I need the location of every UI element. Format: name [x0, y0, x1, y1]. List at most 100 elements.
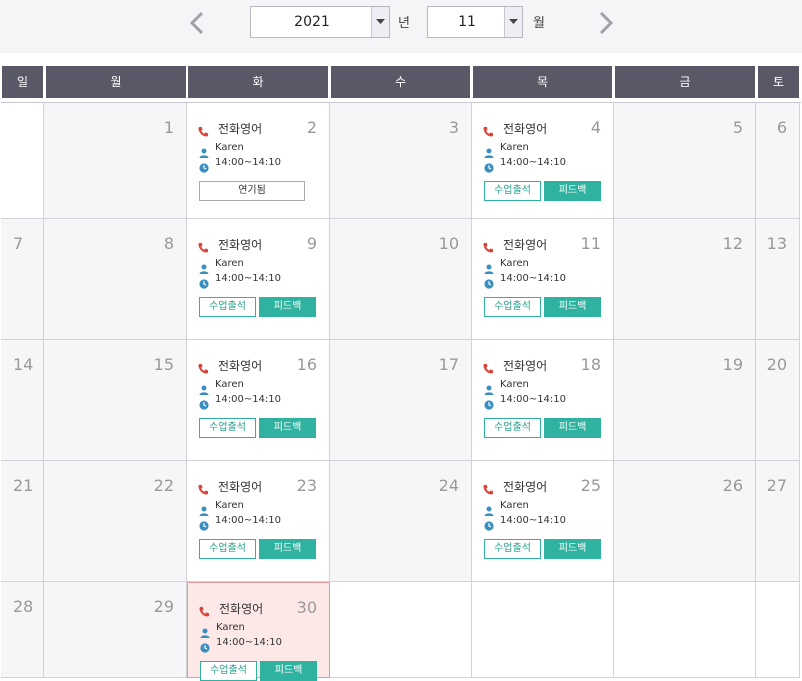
calendar-day-cell[interactable]: 22	[44, 461, 187, 582]
prev-month-button[interactable]	[187, 8, 207, 38]
teacher-name: Karen	[215, 379, 244, 390]
feedback-button[interactable]: 피드백	[544, 181, 601, 201]
calendar-day-cell[interactable]: 16 전화영어 Karen 14:00~14:10 수업출석 피드백	[187, 340, 330, 461]
feedback-button[interactable]: 피드백	[544, 539, 601, 559]
calendar-day-cell[interactable]: 14	[1, 340, 44, 461]
person-icon	[484, 259, 494, 274]
calendar-day-cell[interactable]: 21	[1, 461, 44, 582]
calendar-day-cell[interactable]: 5	[614, 103, 756, 219]
chevron-down-icon	[504, 7, 522, 37]
day-number: 27	[766, 476, 787, 495]
feedback-button[interactable]: 피드백	[259, 418, 316, 438]
next-month-button[interactable]	[596, 8, 616, 38]
teacher-name: Karen	[215, 142, 244, 153]
day-number: 3	[448, 118, 459, 137]
person-icon	[199, 380, 209, 395]
calendar-day-cell[interactable]: 24	[330, 461, 472, 582]
day-number: 29	[153, 597, 174, 616]
calendar-day-cell[interactable]: 17	[330, 340, 472, 461]
lesson-title: 전화영어	[503, 480, 548, 494]
month-select[interactable]: 11	[427, 6, 523, 38]
calendar-day-cell[interactable]: 26	[614, 461, 756, 582]
calendar-day-cell[interactable]: 28	[1, 582, 44, 678]
teacher-name: Karen	[215, 500, 244, 511]
clock-icon	[200, 638, 210, 653]
calendar-day-cell[interactable]: 30 전화영어 Karen 14:00~14:10 수업출석 피드백	[187, 582, 330, 681]
lesson-time: 14:00~14:10	[215, 157, 282, 168]
postponed-button[interactable]: 연기됨	[199, 181, 305, 201]
calendar-day-cell[interactable]: 10	[330, 219, 472, 340]
lesson-entry: 전화영어 Karen 14:00~14:10 연기됨	[187, 103, 329, 218]
calendar-empty-cell	[614, 582, 756, 678]
clock-icon	[484, 516, 494, 531]
calendar-day-cell[interactable]: 11 전화영어 Karen 14:00~14:10 수업출석 피드백	[472, 219, 614, 340]
weekday-header: 일	[2, 66, 43, 98]
calendar-day-cell[interactable]: 18 전화영어 Karen 14:00~14:10 수업출석 피드백	[472, 340, 614, 461]
calendar-day-cell[interactable]: 4 전화영어 Karen 14:00~14:10 수업출석 피드백	[472, 103, 614, 219]
person-icon	[199, 143, 209, 158]
calendar-day-cell[interactable]: 6	[756, 103, 800, 219]
calendar-empty-cell	[756, 582, 800, 678]
person-icon	[484, 380, 494, 395]
clock-icon	[199, 158, 209, 173]
feedback-button[interactable]: 피드백	[544, 418, 601, 438]
lesson-title: 전화영어	[503, 359, 548, 373]
year-select[interactable]: 2021	[250, 6, 390, 38]
clock-icon	[484, 158, 494, 173]
lesson-title: 전화영어	[503, 122, 548, 136]
day-number: 28	[13, 597, 34, 616]
lesson-entry: 전화영어 Karen 14:00~14:10 수업출석 피드백	[188, 583, 329, 681]
attend-button[interactable]: 수업출석	[484, 539, 541, 559]
calendar-day-cell[interactable]: 19	[614, 340, 756, 461]
attend-button[interactable]: 수업출석	[200, 661, 257, 681]
lesson-entry: 전화영어 Karen 14:00~14:10 수업출석 피드백	[187, 461, 329, 581]
calendar-day-cell[interactable]: 29	[44, 582, 187, 678]
attend-button[interactable]: 수업출석	[484, 181, 541, 201]
feedback-button[interactable]: 피드백	[544, 297, 601, 317]
attend-button[interactable]: 수업출석	[199, 539, 256, 559]
teacher-name: Karen	[500, 379, 529, 390]
calendar-day-cell[interactable]: 27	[756, 461, 800, 582]
calendar-day-cell[interactable]: 25 전화영어 Karen 14:00~14:10 수업출석 피드백	[472, 461, 614, 582]
calendar-day-cell[interactable]: 12	[614, 219, 756, 340]
calendar-day-cell[interactable]: 2 전화영어 Karen 14:00~14:10 연기됨	[187, 103, 330, 219]
day-number: 7	[13, 234, 24, 253]
day-number: 12	[722, 234, 743, 253]
attend-button[interactable]: 수업출석	[199, 297, 256, 317]
calendar-day-cell[interactable]: 7	[1, 219, 44, 340]
teacher-name: Karen	[500, 142, 529, 153]
lesson-time: 14:00~14:10	[500, 515, 567, 526]
lesson-time: 14:00~14:10	[500, 273, 567, 284]
calendar-day-cell[interactable]: 23 전화영어 Karen 14:00~14:10 수업출석 피드백	[187, 461, 330, 582]
calendar-day-cell[interactable]: 15	[44, 340, 187, 461]
calendar-day-cell[interactable]: 3	[330, 103, 472, 219]
calendar-day-cell[interactable]: 1	[44, 103, 187, 219]
clock-icon	[199, 516, 209, 531]
lesson-entry: 전화영어 Karen 14:00~14:10 수업출석 피드백	[187, 219, 329, 339]
phone-icon	[483, 480, 494, 495]
feedback-button[interactable]: 피드백	[259, 539, 316, 559]
lesson-time: 14:00~14:10	[500, 157, 567, 168]
calendar-day-cell[interactable]: 20	[756, 340, 800, 461]
person-icon	[484, 501, 494, 516]
attend-button[interactable]: 수업출석	[484, 418, 541, 438]
year-unit-label: 년	[398, 16, 410, 31]
calendar-day-cell[interactable]: 8	[44, 219, 187, 340]
day-number: 17	[438, 355, 459, 374]
calendar-day-cell[interactable]: 13	[756, 219, 800, 340]
day-number: 5	[732, 118, 743, 137]
feedback-button[interactable]: 피드백	[259, 297, 316, 317]
weekday-header: 수	[331, 66, 470, 98]
phone-icon	[198, 122, 209, 137]
calendar-day-cell[interactable]: 9 전화영어 Karen 14:00~14:10 수업출석 피드백	[187, 219, 330, 340]
lesson-title: 전화영어	[218, 122, 263, 136]
teacher-name: Karen	[216, 622, 245, 633]
clock-icon	[199, 395, 209, 410]
clock-icon	[484, 274, 494, 289]
calendar-empty-cell	[1, 103, 44, 219]
day-number: 19	[722, 355, 743, 374]
weekday-header: 목	[473, 66, 612, 98]
attend-button[interactable]: 수업출석	[484, 297, 541, 317]
feedback-button[interactable]: 피드백	[260, 661, 317, 681]
attend-button[interactable]: 수업출석	[199, 418, 256, 438]
